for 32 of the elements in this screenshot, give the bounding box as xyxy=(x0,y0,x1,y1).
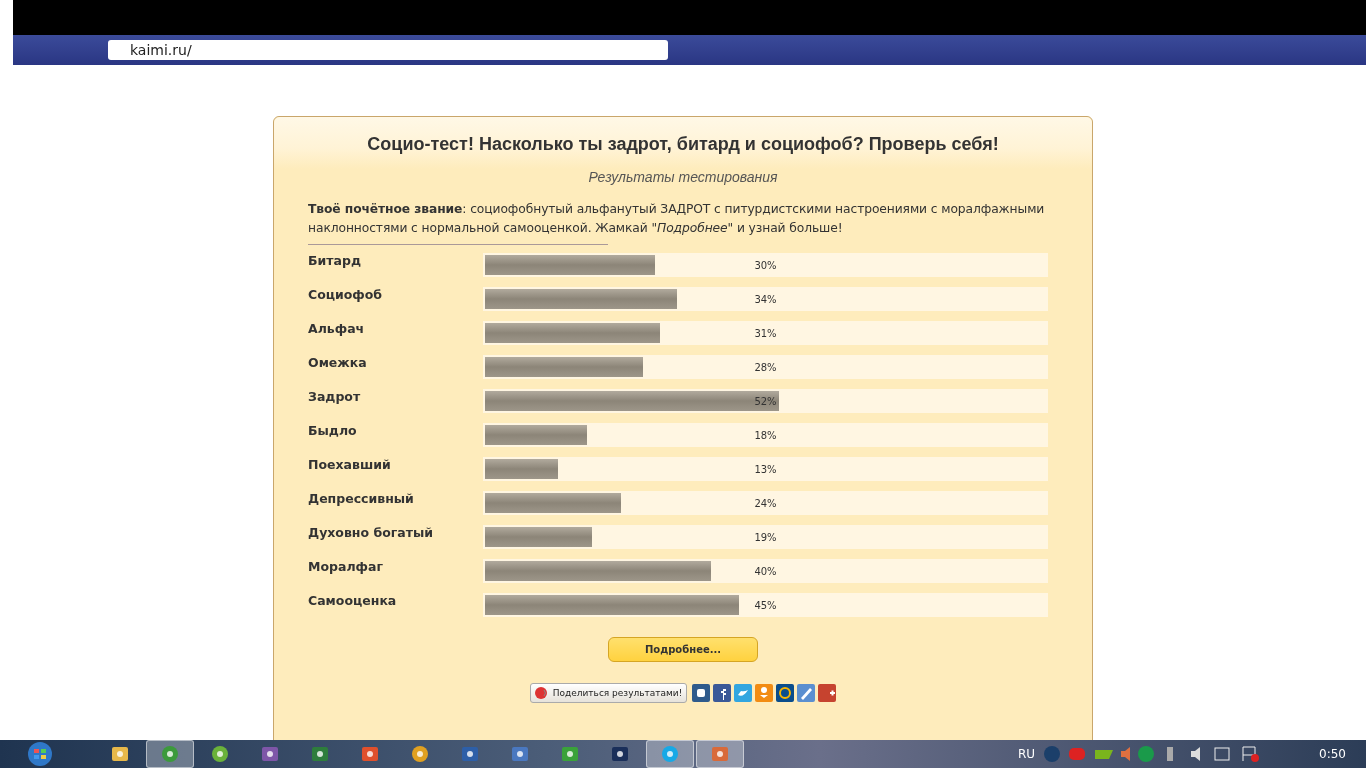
result-percent: 52% xyxy=(754,395,777,407)
result-label: Поехавший xyxy=(308,457,392,472)
result-label: Альфач xyxy=(308,321,366,336)
result-label: Быдло xyxy=(308,423,358,438)
results-subtitle: Результаты тестирования xyxy=(587,169,779,185)
result-label: Задрот xyxy=(308,389,362,404)
result-label: Самооценка xyxy=(308,593,398,608)
result-label: Депрессивный xyxy=(308,491,415,506)
result-percent: 30% xyxy=(754,259,777,271)
result-percent: 34% xyxy=(754,293,777,305)
result-percent: 19% xyxy=(754,531,777,543)
test-title: Социо-тест! Насколько ты задрот, битард и социофоб? Проверь себя! xyxy=(274,117,1092,169)
language-indicator[interactable]: RU xyxy=(1017,747,1036,761)
result-label: Духовно богатый xyxy=(308,525,434,540)
pencil-icon[interactable] xyxy=(797,684,816,702)
result-percent: 18% xyxy=(754,429,777,441)
result-percent: 40% xyxy=(754,565,777,577)
share-button[interactable]: Поделиться результатами! xyxy=(529,683,688,703)
result-percent: 31% xyxy=(754,327,777,339)
result-percent: 24% xyxy=(754,497,777,509)
address-field[interactable]: kaimi.ru/ xyxy=(108,40,668,60)
verdict-text: Твоё почётное звание: социофобнутый альфанутый ЗАДРОТ с питурдистскими настроениями с моралфажными наклонностями с нормальной самооценкой. Жамкай "Подробнее" и узнай больше! xyxy=(308,201,1046,237)
result-label: Социофоб xyxy=(308,287,384,302)
facebook-icon[interactable] xyxy=(713,684,732,702)
result-label: Моралфаг xyxy=(308,559,384,574)
result-percent: 13% xyxy=(754,463,777,475)
result-label: Омежка xyxy=(308,355,368,370)
result-percent: 28% xyxy=(754,361,777,373)
more-button[interactable]: Подробнее... xyxy=(608,637,758,662)
clock[interactable]: 0:50 xyxy=(1319,747,1346,761)
result-label: Битард xyxy=(308,253,362,268)
result-percent: 45% xyxy=(754,599,777,611)
